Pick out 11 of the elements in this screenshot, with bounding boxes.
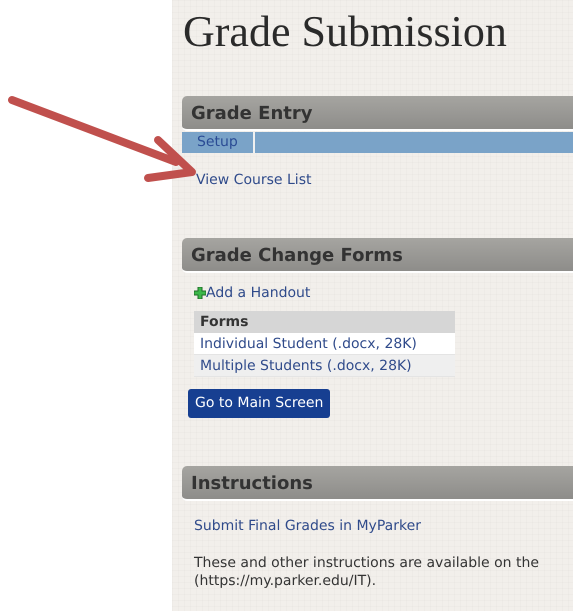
- link[interactable]: Submit Final Grades in MyParker: [194, 518, 421, 534]
- column-header: Forms: [194, 311, 455, 333]
- page-title: Grade Submission: [183, 6, 508, 58]
- section-header: Grade Change Forms: [182, 238, 573, 273]
- section-header: Grade Entry: [182, 96, 573, 131]
- link[interactable]: View Course List: [196, 172, 312, 188]
- section-header: Instructions: [182, 466, 573, 501]
- link[interactable]: Add a Handout: [206, 285, 310, 301]
- instructions-text: These and other instructions are available on the (https://my.parker.edu/IT).: [194, 554, 540, 590]
- main-screen-button[interactable]: Go to Main Screen: [188, 389, 330, 418]
- plus-icon: [194, 287, 206, 299]
